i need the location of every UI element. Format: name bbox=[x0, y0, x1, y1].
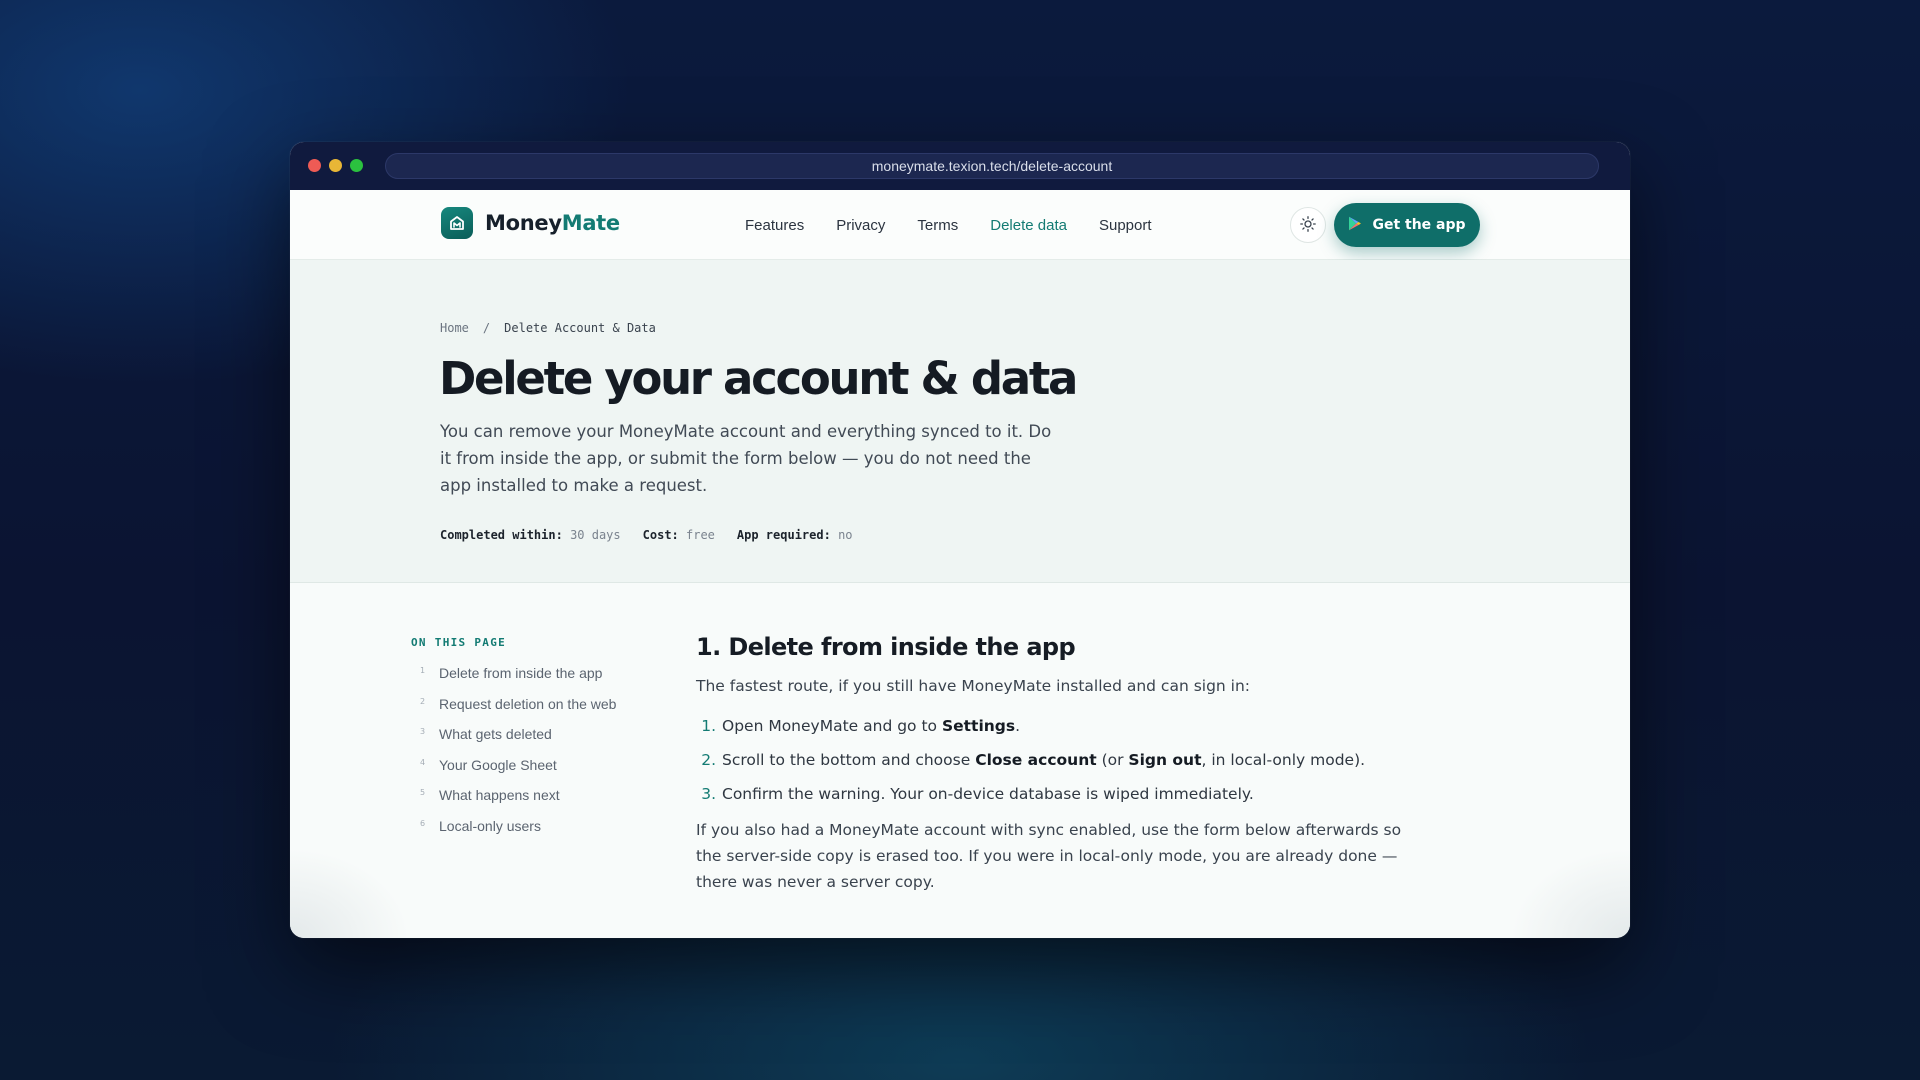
nav-link-terms[interactable]: Terms bbox=[917, 217, 958, 234]
step-item: 1. Open MoneyMate and go to Settings. bbox=[696, 713, 1416, 739]
toc-item-label: Your Google Sheet bbox=[439, 756, 557, 773]
toc-item-local-only-users[interactable]: 6 Local-only users bbox=[420, 818, 616, 849]
step-number: 2. bbox=[701, 751, 716, 769]
brand-name: MoneyMate bbox=[485, 211, 620, 235]
step-item: 3. Confirm the warning. Your on-device d… bbox=[696, 781, 1416, 807]
nav-link-delete-data[interactable]: Delete data bbox=[990, 217, 1067, 234]
step-emphasis: Settings bbox=[941, 717, 1016, 735]
step-text-part: , in local-only mode). bbox=[1201, 751, 1366, 769]
fact-key: App required: bbox=[736, 528, 831, 542]
piggy-bank-icon bbox=[441, 207, 473, 239]
site-header: MoneyMate Features Privacy Terms Delete … bbox=[290, 190, 1630, 260]
fact-app-required: App required: no bbox=[737, 528, 853, 542]
minimize-window-button[interactable] bbox=[329, 159, 342, 172]
maximize-window-button[interactable] bbox=[350, 159, 363, 172]
breadcrumb-current: Delete Account & Data bbox=[504, 321, 656, 335]
toc-item-what-happens-next[interactable]: 5 What happens next bbox=[420, 787, 616, 818]
toc-item-delete-in-app[interactable]: 1 Delete from inside the app bbox=[420, 665, 616, 696]
nav-link-features[interactable]: Features bbox=[745, 217, 804, 234]
step-text: Scroll to the bottom and choose Close ac… bbox=[722, 747, 1365, 773]
toc-item-label: Local-only users bbox=[439, 817, 541, 834]
step-item: 2. Scroll to the bottom and choose Close… bbox=[696, 747, 1416, 773]
fact-key: Completed within: bbox=[440, 528, 563, 542]
fact-value: 30 days bbox=[570, 528, 621, 542]
step-text: Confirm the warning. Your on-device data… bbox=[722, 781, 1254, 807]
step-text-part: Scroll to the bottom and choose bbox=[722, 751, 976, 769]
request-facts: Completed within: 30 days Cost: free App… bbox=[440, 528, 875, 542]
step-text-part: . bbox=[1015, 717, 1021, 735]
get-the-app-label: Get the app bbox=[1372, 217, 1466, 233]
step-text-part: (or bbox=[1096, 751, 1129, 769]
step-text: Open MoneyMate and go to Settings. bbox=[722, 713, 1020, 739]
article: 1. Delete from inside the app The fastes… bbox=[696, 633, 1416, 895]
corner-fade bbox=[1510, 848, 1630, 938]
step-text-part: Open MoneyMate and go to bbox=[722, 717, 942, 735]
browser-window: moneymate.texion.tech/delete-account Mon… bbox=[290, 142, 1630, 938]
toc-item-label: Request deletion on the web bbox=[439, 695, 617, 712]
toc-item-what-gets-deleted[interactable]: 3 What gets deleted bbox=[420, 726, 616, 757]
brand-logo-link[interactable]: MoneyMate bbox=[441, 207, 620, 239]
toc-item-number: 3 bbox=[420, 727, 426, 737]
page-content: ON THIS PAGE 1 Delete from inside the ap… bbox=[290, 583, 1630, 938]
section-closing: If you also had a MoneyMate account with… bbox=[696, 821, 1402, 891]
address-bar[interactable]: moneymate.texion.tech/delete-account bbox=[385, 153, 1599, 179]
breadcrumb: Home / Delete Account & Data bbox=[440, 321, 656, 335]
nav-link-support[interactable]: Support bbox=[1099, 217, 1152, 234]
close-window-button[interactable] bbox=[308, 159, 321, 172]
toc-item-google-sheet[interactable]: 4 Your Google Sheet bbox=[420, 757, 616, 788]
toc-item-number: 2 bbox=[420, 696, 426, 706]
breadcrumb-separator: / bbox=[482, 321, 491, 335]
steps-list: 1. Open MoneyMate and go to Settings. 2.… bbox=[696, 713, 1416, 807]
step-number: 3. bbox=[701, 785, 716, 803]
brand-name-primary: Money bbox=[485, 211, 562, 235]
fact-value: no bbox=[838, 528, 853, 542]
toc-item-number: 1 bbox=[420, 666, 426, 675]
step-emphasis: Sign out bbox=[1128, 751, 1202, 769]
section-title: 1. Delete from inside the app bbox=[696, 633, 1076, 661]
step-emphasis: Close account bbox=[975, 751, 1097, 769]
page-lead: You can remove your MoneyMate account an… bbox=[440, 422, 1052, 495]
google-play-icon bbox=[1348, 216, 1372, 235]
fact-key: Cost: bbox=[642, 528, 679, 542]
toc-heading: ON THIS PAGE bbox=[411, 636, 507, 649]
toc-item-number: 5 bbox=[420, 788, 426, 798]
fact-cost: Cost: free bbox=[643, 528, 715, 542]
table-of-contents: 1 Delete from inside the app 2 Request d… bbox=[420, 665, 616, 849]
toc-item-number: 6 bbox=[420, 818, 426, 828]
toc-item-label: What gets deleted bbox=[439, 726, 552, 743]
section-intro: The fastest route, if you still have Mon… bbox=[696, 677, 1251, 695]
nav-link-privacy[interactable]: Privacy bbox=[836, 217, 885, 234]
sun-icon bbox=[1300, 215, 1316, 235]
page-title: Delete your account & data bbox=[439, 352, 1078, 405]
step-text-part: Confirm the warning. Your on-device data… bbox=[722, 785, 1254, 803]
corner-fade bbox=[290, 848, 410, 938]
brand-name-accent: Mate bbox=[561, 211, 620, 235]
toc-item-request-on-web[interactable]: 2 Request deletion on the web bbox=[420, 696, 616, 727]
step-number: 1. bbox=[701, 717, 716, 735]
browser-titlebar: moneymate.texion.tech/delete-account bbox=[290, 142, 1630, 190]
page-hero: Home / Delete Account & Data Delete your… bbox=[290, 260, 1630, 583]
fact-value: free bbox=[686, 528, 715, 542]
breadcrumb-home-link[interactable]: Home bbox=[440, 321, 469, 335]
fact-completed-within: Completed within: 30 days bbox=[440, 528, 621, 542]
main-nav: Features Privacy Terms Delete data Suppo… bbox=[745, 190, 1184, 260]
toc-item-number: 4 bbox=[420, 757, 426, 767]
toc-item-label: What happens next bbox=[439, 787, 560, 804]
get-the-app-button[interactable]: Get the app bbox=[1334, 203, 1480, 247]
toc-item-label: Delete from inside the app bbox=[439, 665, 603, 681]
theme-toggle-button[interactable] bbox=[1290, 207, 1326, 243]
